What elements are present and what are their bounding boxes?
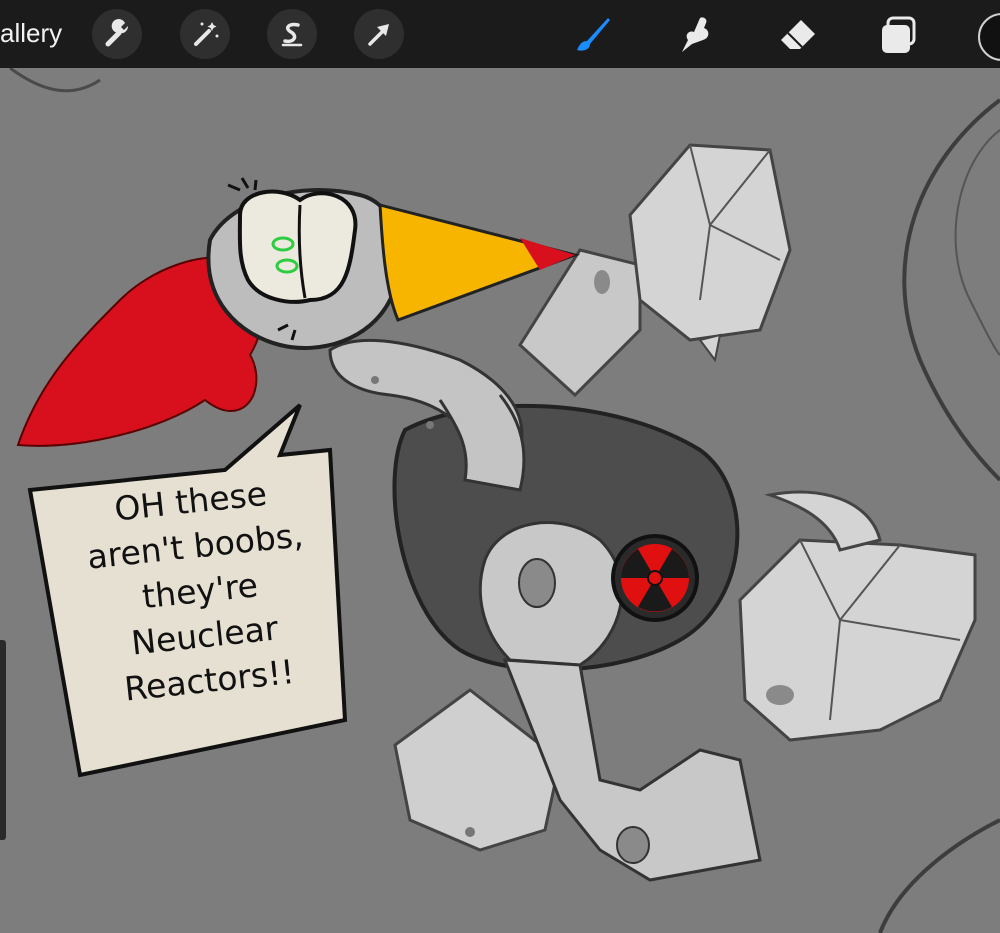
eraser-icon [781,20,815,49]
wrench-icon [105,19,129,47]
robot-lower-claw [738,538,977,742]
selection-button[interactable] [267,9,317,59]
reactor-symbol [611,534,699,622]
top-toolbar: allery [0,0,1000,68]
color-picker-button[interactable] [978,13,1000,61]
claw-tip [698,333,722,363]
selection-icon [281,22,303,47]
bolt [465,827,475,837]
brush-icon [577,18,610,51]
joint [766,685,794,705]
sketch-line [954,129,1000,356]
adjustments-button[interactable] [180,9,230,59]
speech-bubble-text: OH these aren't boobs, they're Neuclear … [44,464,356,718]
eraser-tool[interactable] [773,10,823,60]
layers-icon [882,16,916,53]
bolt [426,421,434,429]
sketch-line [9,68,101,93]
sketch-line [902,98,1000,482]
transform-button[interactable] [354,9,404,59]
actions-button[interactable] [92,9,142,59]
bolt [594,270,610,294]
magic-wand-icon [194,22,219,46]
eyelashes [227,177,258,192]
sidebar-handle[interactable] [0,640,6,840]
robot-upper-claw [628,143,792,342]
robot-eyes [237,189,358,304]
bolt [371,376,379,384]
joint [518,558,556,608]
layers-tool[interactable] [876,10,926,60]
transform-arrow-icon [368,24,389,46]
gallery-button[interactable]: allery [0,18,62,49]
sketch-line [878,818,1000,933]
brush-tool[interactable] [567,10,617,60]
smudge-tool[interactable] [670,10,720,60]
robot-upper-arm [518,248,642,398]
smudge-icon [682,17,709,52]
joint [616,826,650,864]
